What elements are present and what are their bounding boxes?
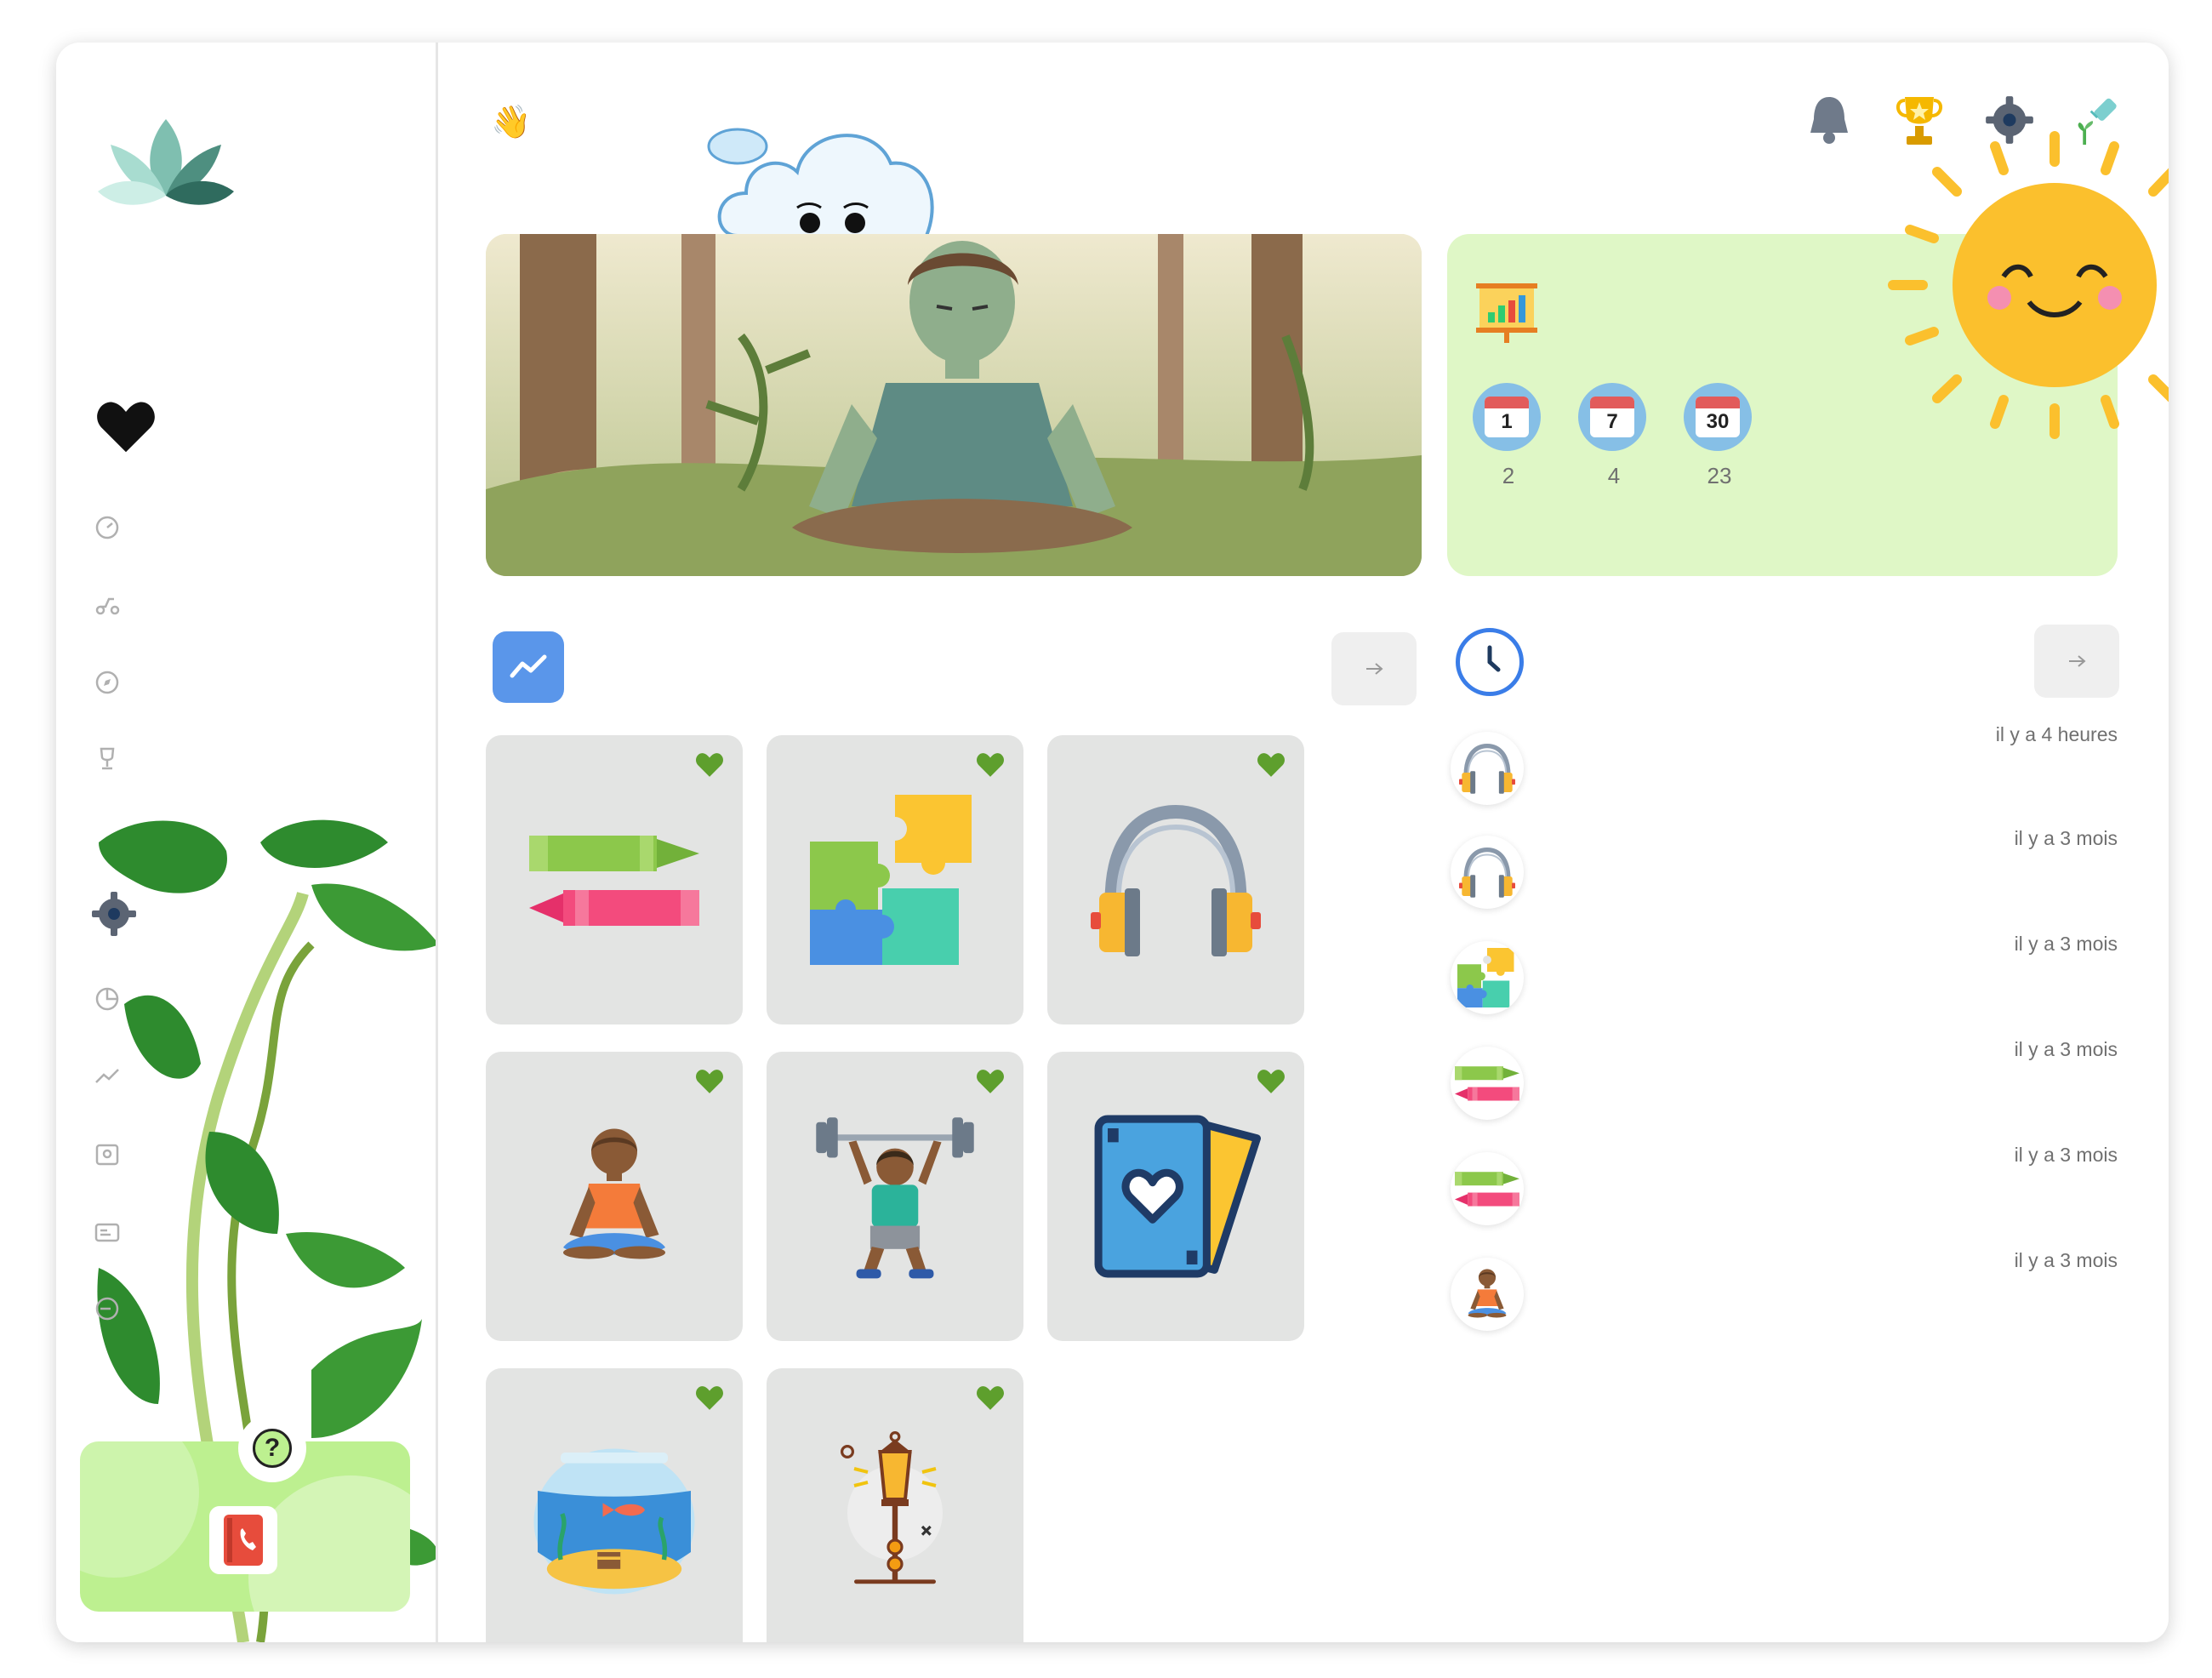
lantern-icon (827, 1428, 963, 1598)
activity-tile-fishbowl[interactable] (486, 1368, 743, 1642)
headphones-icon (1091, 803, 1261, 956)
recent-time: il y a 3 mois (2014, 827, 2118, 849)
activity-tile-meditation[interactable] (486, 1052, 743, 1341)
scooter-icon[interactable] (92, 589, 123, 619)
list-item[interactable]: il y a 3 mois (1451, 1249, 2118, 1343)
calendar-icon: 30 (1696, 397, 1740, 437)
activities-next-button[interactable] (1331, 632, 1417, 705)
trend-icon[interactable] (92, 1060, 123, 1091)
recent-time: il y a 3 mois (2014, 1144, 2118, 1166)
cloud-decoration (707, 128, 934, 236)
waving-hand-icon: 👋 (491, 105, 532, 140)
stat-7-days: 7 4 (1578, 383, 1650, 489)
sidebar: ? (56, 43, 438, 1642)
meditation-icon (1463, 1263, 1511, 1326)
headphones-icon (1459, 743, 1515, 794)
main-content: 👋 1 2 7 4 30 23 il y a 4 heures il y a 3… (438, 43, 2169, 1642)
list-item[interactable]: il y a 3 mois (1451, 1038, 2118, 1132)
activity-tile-crayons[interactable] (486, 735, 743, 1024)
list-item[interactable]: il y a 3 mois (1451, 933, 2118, 1026)
question-icon: ? (253, 1429, 292, 1468)
activity-tile-lantern[interactable] (767, 1368, 1023, 1642)
calendar-icon: 1 (1485, 397, 1529, 437)
crayons-icon (529, 820, 699, 939)
list-item[interactable]: il y a 4 heures (1451, 723, 2118, 817)
stat-value: 4 (1607, 463, 1621, 488)
recent-next-button[interactable] (2034, 625, 2119, 698)
activity-tile-weightlifting[interactable] (767, 1052, 1023, 1341)
arrow-right-icon (2069, 655, 2086, 667)
recent-history-clock-icon[interactable] (1456, 628, 1524, 696)
recent-time: il y a 3 mois (2014, 1249, 2118, 1271)
heart-card-icon (1091, 1111, 1261, 1281)
stat-value: 2 (1502, 463, 1515, 488)
list-item[interactable]: il y a 3 mois (1451, 1144, 2118, 1237)
stat-30-days: 30 23 (1684, 383, 1755, 489)
phone-book-icon[interactable] (209, 1506, 277, 1574)
meditation-banner-image (486, 234, 1422, 576)
gear-icon[interactable] (90, 890, 138, 938)
calendar-contact-icon[interactable] (92, 1139, 123, 1169)
sun-decoration (1888, 131, 2169, 439)
id-card-icon[interactable] (92, 1217, 123, 1247)
crayons-icon (1455, 1060, 1519, 1106)
lotus-logo[interactable] (94, 111, 238, 213)
presentation-chart-icon (1476, 283, 1537, 343)
activity-tile-puzzle[interactable] (767, 735, 1023, 1024)
app-window: ? 👋 1 2 7 4 30 23 il y a 4 heures il y a… (56, 43, 2169, 1642)
fishbowl-icon (529, 1445, 699, 1598)
calendar-icon: 7 (1590, 397, 1634, 437)
recent-time: il y a 3 mois (2014, 1038, 2118, 1060)
recent-time: il y a 3 mois (2014, 933, 2118, 955)
list-item[interactable]: il y a 3 mois (1451, 827, 2118, 921)
help-button[interactable]: ? (238, 1414, 306, 1482)
weightlifter-icon (810, 1111, 980, 1281)
activity-tile-headphones[interactable] (1047, 735, 1304, 1024)
recent-time: il y a 4 heures (1995, 723, 2118, 745)
pie-chart-icon[interactable] (92, 984, 123, 1014)
arrow-right-icon (1366, 663, 1383, 675)
stat-value: 23 (1707, 463, 1732, 488)
headphones-icon (1459, 847, 1515, 898)
bell-icon[interactable] (1803, 94, 1856, 146)
speedometer-icon[interactable] (92, 512, 123, 543)
puzzle-icon (1457, 948, 1517, 1007)
stat-1-day: 1 2 (1473, 383, 1544, 489)
compass-icon[interactable] (92, 667, 123, 698)
puzzle-icon (810, 795, 980, 965)
progress-trend-button[interactable] (493, 631, 564, 703)
crayons-icon (1455, 1166, 1519, 1212)
heart-icon[interactable] (95, 400, 157, 454)
meditation-icon (550, 1111, 678, 1281)
trophy-outline-icon[interactable] (92, 744, 123, 774)
activity-tile-cards[interactable] (1047, 1052, 1304, 1341)
logout-icon[interactable] (92, 1293, 123, 1324)
